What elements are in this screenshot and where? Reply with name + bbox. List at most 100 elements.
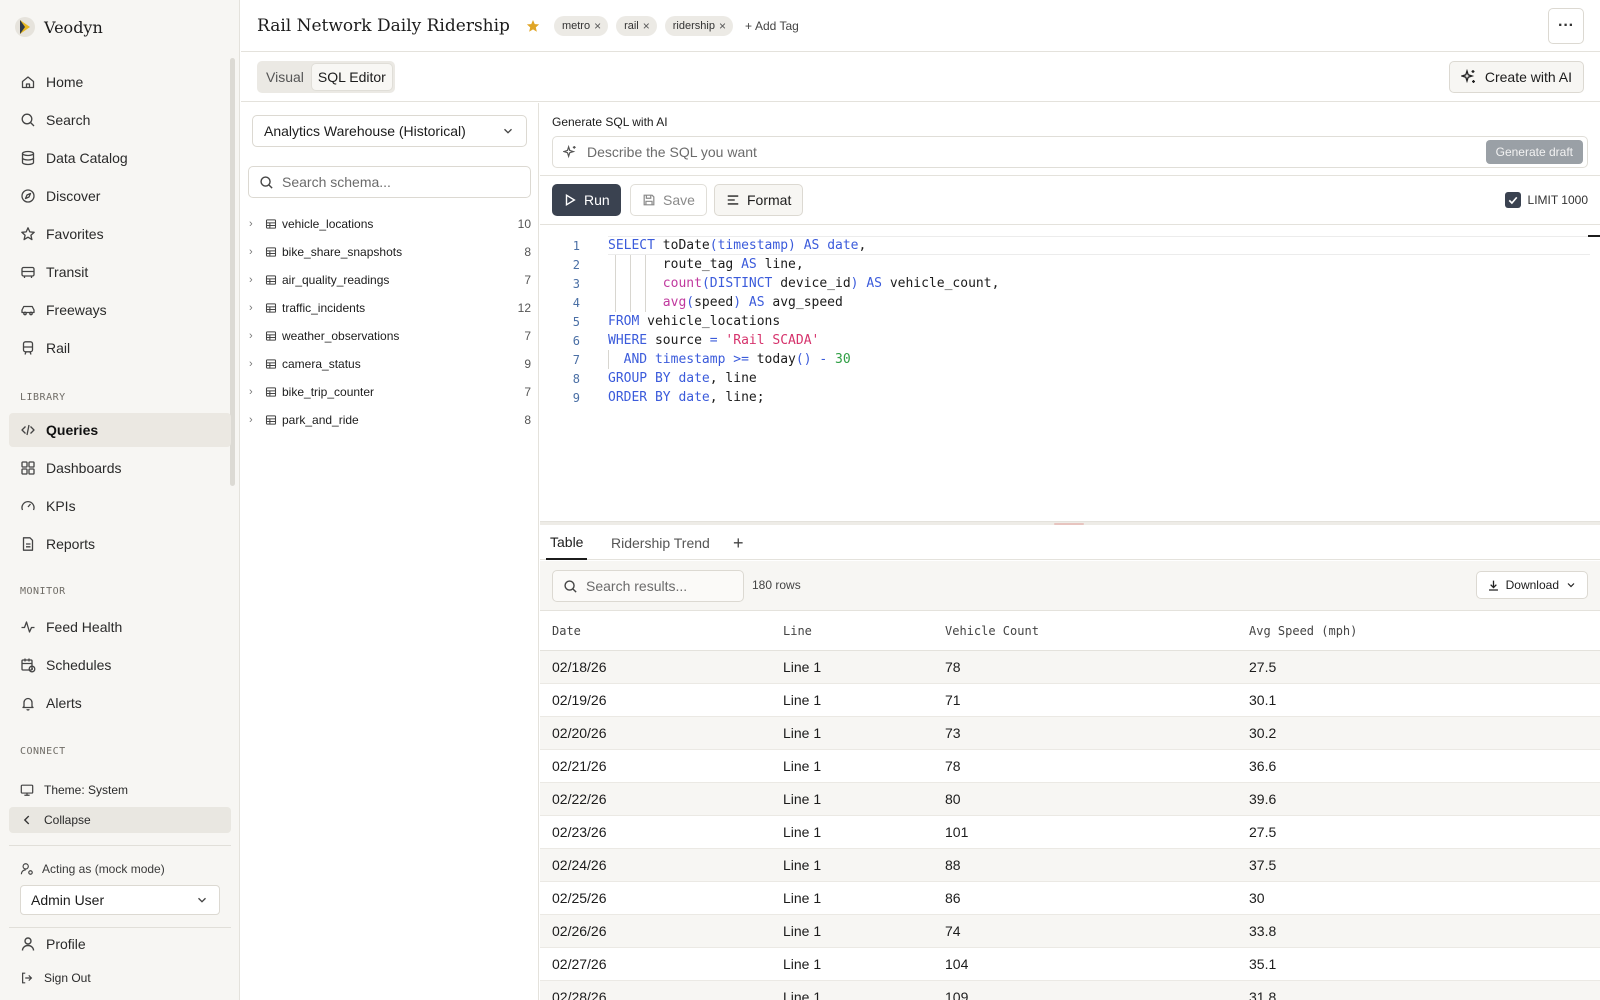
add-tab-button[interactable]: + xyxy=(733,526,744,560)
limit-checkbox[interactable] xyxy=(1504,192,1521,208)
theme-label: Theme: System xyxy=(44,783,129,797)
schema-table-item[interactable]: › bike_share_snapshots 8 xyxy=(249,239,531,265)
table-row[interactable]: 02/18/26 Line 1 78 27.5 xyxy=(540,651,1600,684)
schema-panel: Analytics Warehouse (Historical) Search … xyxy=(241,103,539,1000)
indent-guide xyxy=(615,255,616,312)
sidebar-item-home[interactable]: Home xyxy=(9,65,231,99)
remove-tag-icon[interactable]: × xyxy=(594,19,601,33)
format-button[interactable]: Format xyxy=(714,184,804,216)
tab-ridership-trend[interactable]: Ridership Trend xyxy=(611,526,710,560)
save-button[interactable]: Save xyxy=(630,184,707,216)
table-cell: 30.2 xyxy=(1249,725,1277,741)
sidebar-item-kpis[interactable]: KPIs xyxy=(9,489,231,523)
chevron-right-icon[interactable]: › xyxy=(249,274,263,286)
collapse-button[interactable]: Collapse xyxy=(9,807,231,833)
tag-chip[interactable]: metro × xyxy=(553,15,609,36)
table-row[interactable]: 02/23/26 Line 1 101 27.5 xyxy=(540,816,1600,849)
table-row[interactable]: 02/28/26 Line 1 109 31.8 xyxy=(540,981,1600,1000)
datasource-select[interactable]: Analytics Warehouse (Historical) xyxy=(252,115,527,147)
chevron-right-icon[interactable]: › xyxy=(249,302,263,314)
tag-chip[interactable]: rail × xyxy=(616,15,657,36)
schema-table-item[interactable]: › weather_observations 7 xyxy=(249,323,531,349)
schema-search-input[interactable]: Search schema... xyxy=(248,166,531,198)
signout-link[interactable]: Sign Out xyxy=(9,965,231,991)
column-header[interactable]: Line xyxy=(783,611,812,650)
chevron-right-icon[interactable]: › xyxy=(249,218,263,230)
table-row[interactable]: 02/25/26 Line 1 86 30 xyxy=(540,882,1600,915)
sidebar-item-rail[interactable]: Rail xyxy=(9,331,231,365)
schema-table-item[interactable]: › traffic_incidents 12 xyxy=(249,295,531,321)
format-label: Format xyxy=(747,192,792,208)
favorite-star-icon[interactable] xyxy=(526,19,540,33)
chevron-right-icon[interactable]: › xyxy=(249,386,263,398)
generate-sql-input[interactable]: Describe the SQL you want Generate draft xyxy=(552,136,1588,168)
sidebar-item-alerts[interactable]: Alerts xyxy=(9,686,231,720)
tab-table[interactable]: Table xyxy=(546,526,588,560)
chevron-right-icon[interactable]: › xyxy=(249,358,263,370)
sidebar-item-label: Dashboards xyxy=(46,460,122,476)
table-row[interactable]: 02/20/26 Line 1 73 30.2 xyxy=(540,717,1600,750)
table-row[interactable]: 02/26/26 Line 1 74 33.8 xyxy=(540,915,1600,948)
query-title[interactable]: Rail Network Daily Ridership xyxy=(257,16,510,36)
remove-tag-icon[interactable]: × xyxy=(643,19,650,33)
table-row[interactable]: 02/24/26 Line 1 88 37.5 xyxy=(540,849,1600,882)
results-search-input[interactable]: Search results... xyxy=(552,570,744,602)
sidebar-item-schedules[interactable]: Schedules xyxy=(9,648,231,682)
schema-table-name: bike_trip_counter xyxy=(282,385,375,399)
sidebar-item-freeways[interactable]: Freeways xyxy=(9,293,231,327)
run-button[interactable]: Run xyxy=(552,184,621,216)
chevron-right-icon[interactable]: › xyxy=(249,414,263,426)
generate-sql-placeholder: Describe the SQL you want xyxy=(587,144,757,160)
table-cell: 73 xyxy=(945,725,961,741)
sidebar-item-queries[interactable]: Queries xyxy=(9,413,231,447)
tab-visual[interactable]: Visual xyxy=(260,64,310,90)
theme-toggle[interactable]: Theme: System xyxy=(9,777,231,803)
tag-chip[interactable]: ridership × xyxy=(664,15,733,36)
schema-table-item[interactable]: › bike_trip_counter 7 xyxy=(249,379,531,405)
column-header[interactable]: Vehicle Count xyxy=(945,611,1039,650)
table-cell: Line 1 xyxy=(783,725,822,741)
sidebar-item-data-catalog[interactable]: Data Catalog xyxy=(9,141,231,175)
table-row[interactable]: 02/22/26 Line 1 80 39.6 xyxy=(540,783,1600,816)
schema-table-item[interactable]: › vehicle_locations 10 xyxy=(249,211,531,237)
sidebar-item-favorites[interactable]: Favorites xyxy=(9,217,231,251)
resize-handle[interactable] xyxy=(1054,523,1084,525)
create-with-ai-button[interactable]: Create with AI xyxy=(1448,61,1584,93)
schema-table-item[interactable]: › camera_status 9 xyxy=(249,351,531,377)
sidebar-item-discover[interactable]: Discover xyxy=(9,179,231,213)
table-cell: 39.6 xyxy=(1249,791,1277,807)
remove-tag-icon[interactable]: × xyxy=(719,19,726,33)
tab-sql-editor[interactable]: SQL Editor xyxy=(311,64,392,90)
column-header[interactable]: Date xyxy=(552,611,581,650)
limit-toggle[interactable]: LIMIT 1000 xyxy=(1504,192,1588,208)
bus-icon xyxy=(20,264,36,280)
schema-table-item[interactable]: › air_quality_readings 7 xyxy=(249,267,531,293)
sidebar-item-transit[interactable]: Transit xyxy=(9,255,231,289)
brand[interactable]: Veodyn xyxy=(14,14,103,40)
sidebar-item-dashboards[interactable]: Dashboards xyxy=(9,451,231,485)
user-select[interactable]: Admin User xyxy=(20,885,220,915)
table-row[interactable]: 02/19/26 Line 1 71 30.1 xyxy=(540,684,1600,717)
chevron-right-icon[interactable]: › xyxy=(249,246,263,258)
download-button[interactable]: Download xyxy=(1475,571,1588,599)
bell-icon xyxy=(20,695,36,711)
user-icon xyxy=(20,936,36,952)
line-number: 4 xyxy=(572,295,580,310)
results-search-placeholder: Search results... xyxy=(586,578,688,594)
sidebar-item-search[interactable]: Search xyxy=(9,103,231,137)
column-header[interactable]: Avg Speed (mph) xyxy=(1249,611,1357,650)
more-options-button[interactable]: ··· xyxy=(1548,8,1584,44)
schema-table-item[interactable]: › park_and_ride 8 xyxy=(249,407,531,433)
chevron-right-icon[interactable]: › xyxy=(249,330,263,342)
sidebar-item-reports[interactable]: Reports xyxy=(9,527,231,561)
table-row[interactable]: 02/21/26 Line 1 78 36.6 xyxy=(540,750,1600,783)
editor-results-splitter[interactable] xyxy=(540,521,1600,525)
sidebar-item-feed-health[interactable]: Feed Health xyxy=(9,610,231,644)
add-tag-button[interactable]: + Add Tag xyxy=(745,19,799,33)
table-icon xyxy=(265,302,277,314)
table-cell: 02/19/26 xyxy=(552,692,607,708)
table-row[interactable]: 02/27/26 Line 1 104 35.1 xyxy=(540,948,1600,981)
generate-draft-button[interactable]: Generate draft xyxy=(1485,140,1583,164)
code-editor[interactable]: 1 SELECT toDate(timestamp) AS date, 2 rout… xyxy=(540,227,1600,517)
profile-link[interactable]: Profile xyxy=(9,927,231,961)
